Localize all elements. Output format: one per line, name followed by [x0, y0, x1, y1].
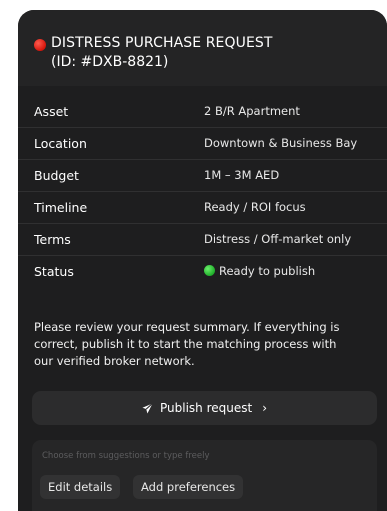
request-id: (ID: #DXB-8821) [51, 54, 169, 70]
row-value: 2 B/R Apartment [204, 104, 300, 118]
summary-row-budget: Budget 1M – 3M AED [18, 160, 387, 192]
row-value: Downtown & Business Bay [204, 136, 358, 150]
suggestion-panel: Choose from suggestions or type freely E… [32, 440, 377, 511]
summary-row-status: Status Ready to publish [18, 256, 387, 288]
status-value: Ready to publish [204, 264, 315, 278]
summary-row-location: Location Downtown & Business Bay [18, 128, 387, 160]
edit-details-chip[interactable]: Edit details [40, 475, 121, 499]
summary-row-timeline: Timeline Ready / ROI focus [18, 192, 387, 224]
publish-label: Publish request [159, 401, 253, 415]
row-label: Location [34, 136, 87, 151]
purchase-request-card: DISTRESS PURCHASE REQUEST (ID: #DXB-8821… [18, 10, 387, 511]
red-dot-icon [34, 39, 46, 51]
chevron-right-icon: › [262, 401, 267, 415]
add-preferences-chip[interactable]: Add preferences [133, 475, 244, 499]
row-label: Terms [34, 232, 71, 247]
summary-table: Asset 2 B/R Apartment Location Downtown … [18, 96, 387, 288]
row-label: Asset [34, 104, 69, 119]
row-value: Ready / ROI focus [204, 200, 306, 214]
request-title: DISTRESS PURCHASE REQUEST [51, 35, 273, 51]
send-icon [142, 402, 153, 414]
green-dot-icon [204, 265, 215, 276]
summary-row-terms: Terms Distress / Off-market only [18, 224, 387, 256]
row-label: Budget [34, 168, 79, 183]
row-label: Timeline [34, 200, 88, 215]
request-header: DISTRESS PURCHASE REQUEST (ID: #DXB-8821… [18, 10, 387, 86]
suggestion-placeholder[interactable]: Choose from suggestions or type freely [42, 451, 209, 461]
status-text: Ready to publish [219, 264, 316, 278]
summary-row-asset: Asset 2 B/R Apartment [18, 96, 387, 128]
row-value: Distress / Off-market only [204, 232, 352, 246]
review-message: Please review your request summary. If e… [34, 320, 340, 368]
publish-request-button[interactable]: Publish request › [32, 391, 377, 425]
row-label: Status [34, 264, 74, 279]
row-value: 1M – 3M AED [204, 168, 280, 182]
